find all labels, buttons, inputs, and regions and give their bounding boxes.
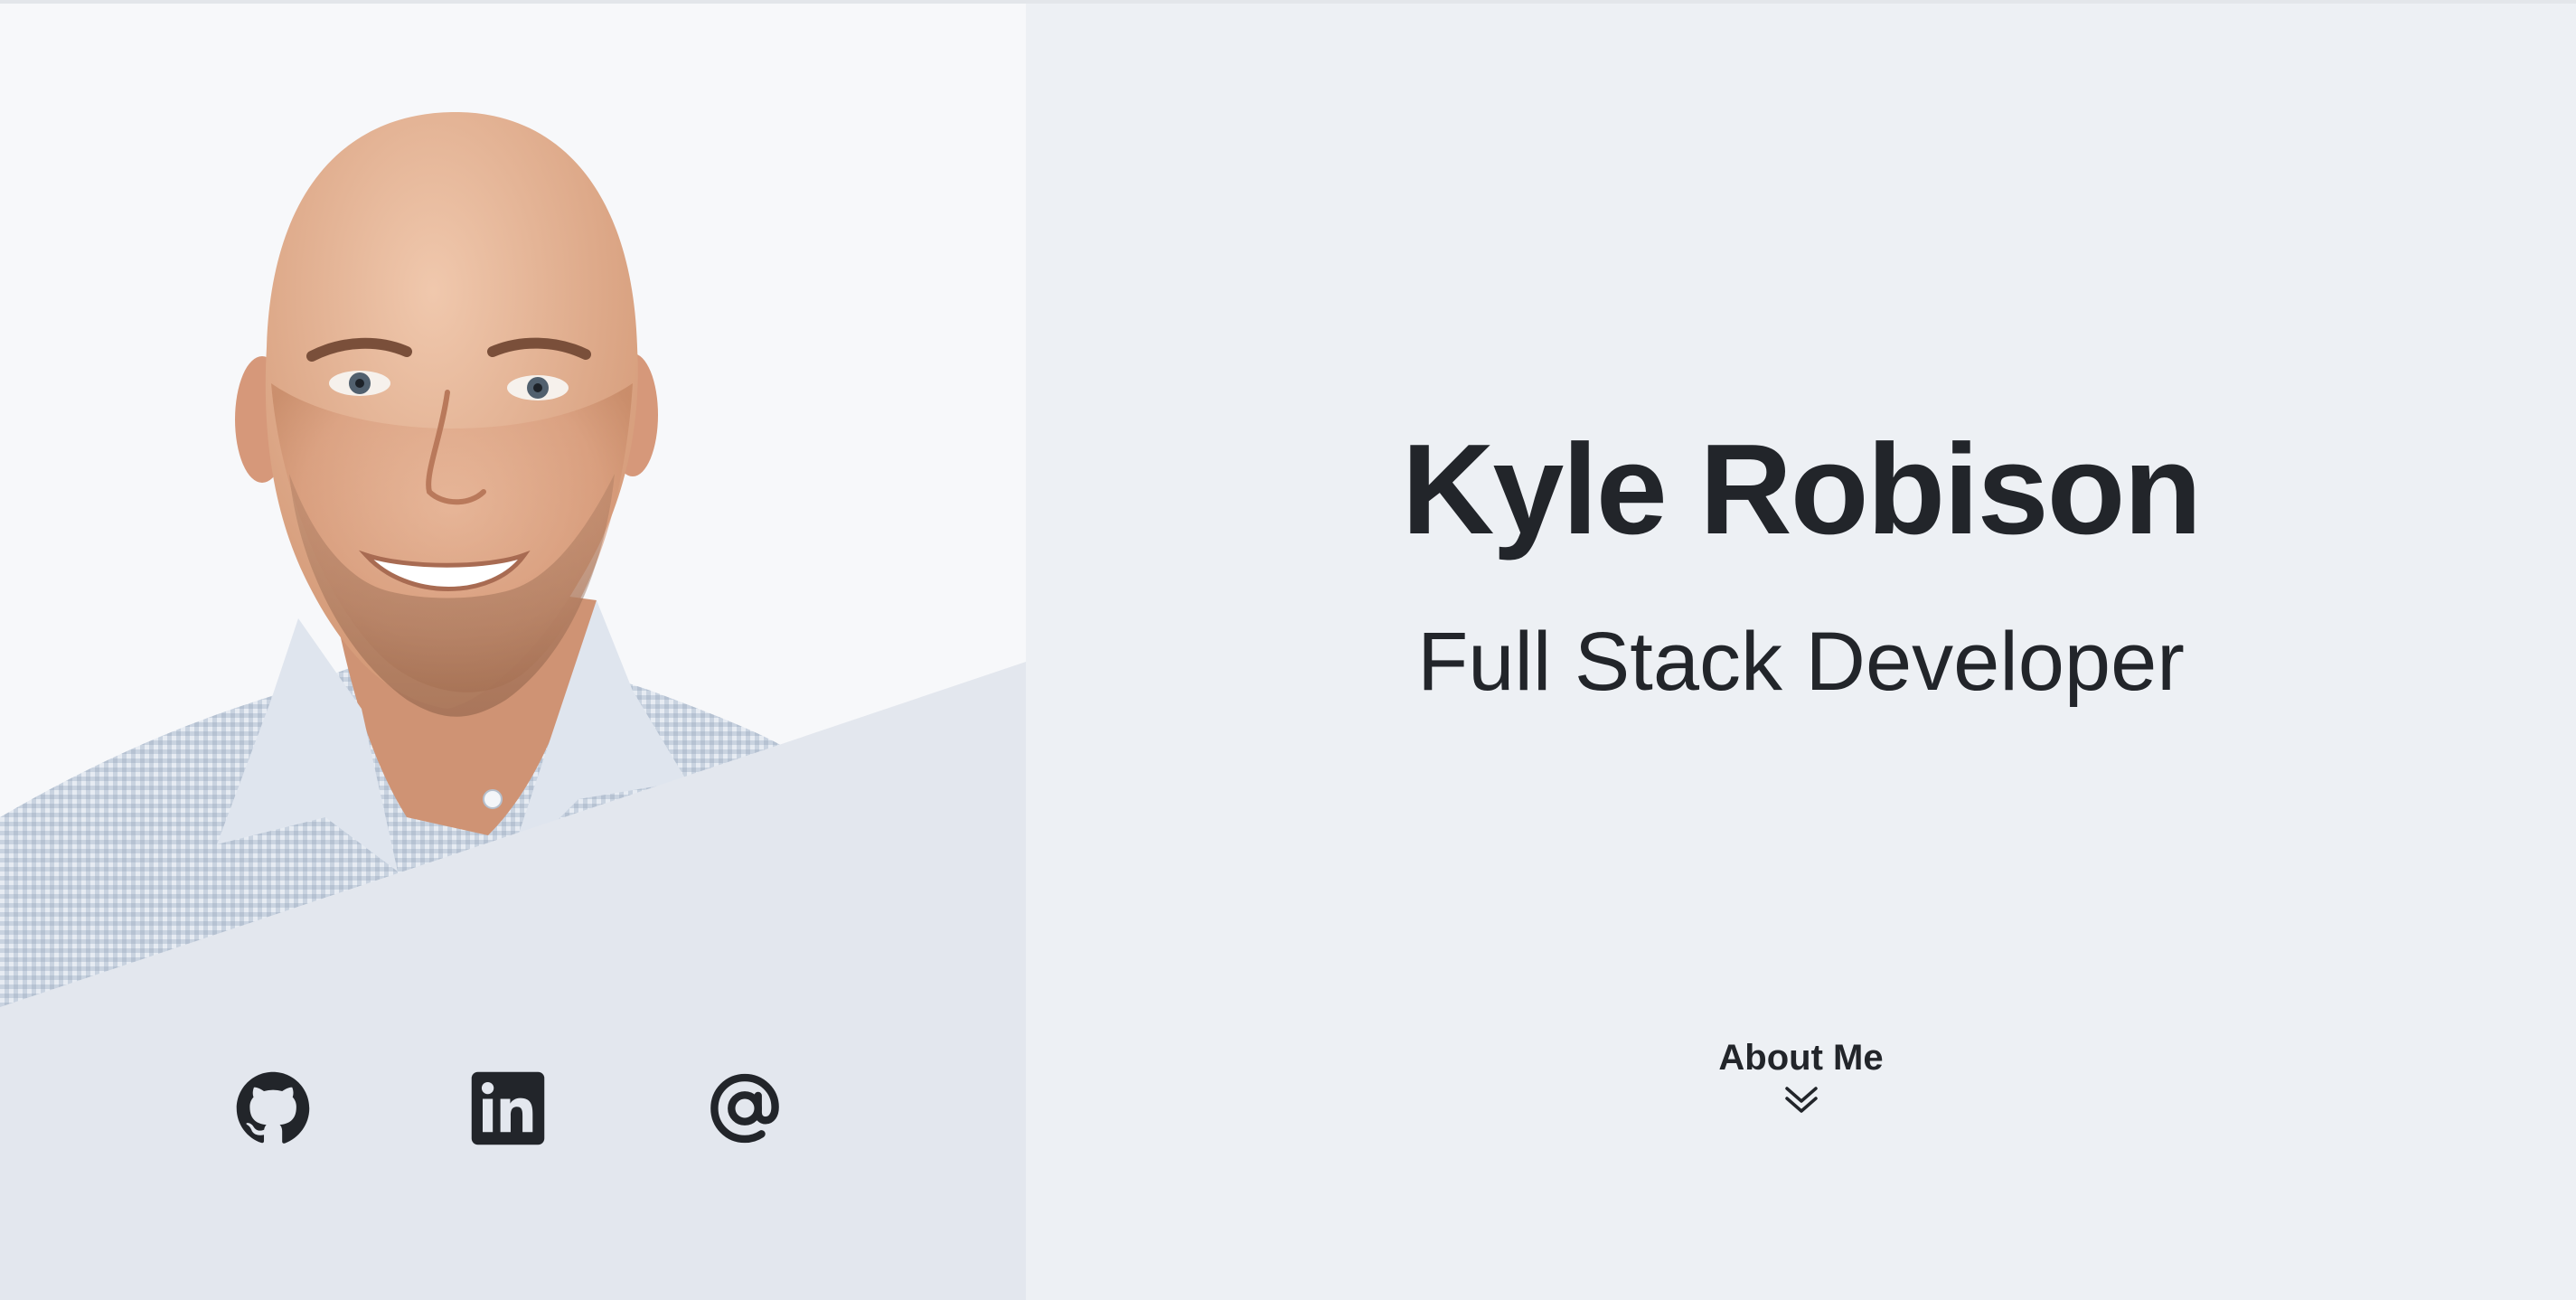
double-chevron-down-icon bbox=[1784, 1087, 1818, 1113]
hero-section: Kyle Robison Full Stack Developer About … bbox=[1026, 4, 2576, 1300]
profile-panel bbox=[0, 4, 1026, 1300]
github-icon bbox=[236, 1071, 310, 1144]
hero-subtitle: Full Stack Developer bbox=[1417, 616, 2185, 708]
hero-name: Kyle Robison bbox=[1401, 418, 2202, 561]
linkedin-icon bbox=[471, 1071, 545, 1145]
email-link[interactable] bbox=[707, 1070, 783, 1146]
linkedin-link[interactable] bbox=[470, 1070, 546, 1146]
page: Kyle Robison Full Stack Developer About … bbox=[0, 0, 2576, 1300]
at-sign-icon bbox=[710, 1073, 779, 1144]
social-links bbox=[0, 1070, 1026, 1152]
about-me-link[interactable]: About Me bbox=[1026, 1036, 2576, 1116]
about-me-label: About Me bbox=[1718, 1038, 1884, 1078]
github-link[interactable] bbox=[235, 1070, 311, 1146]
